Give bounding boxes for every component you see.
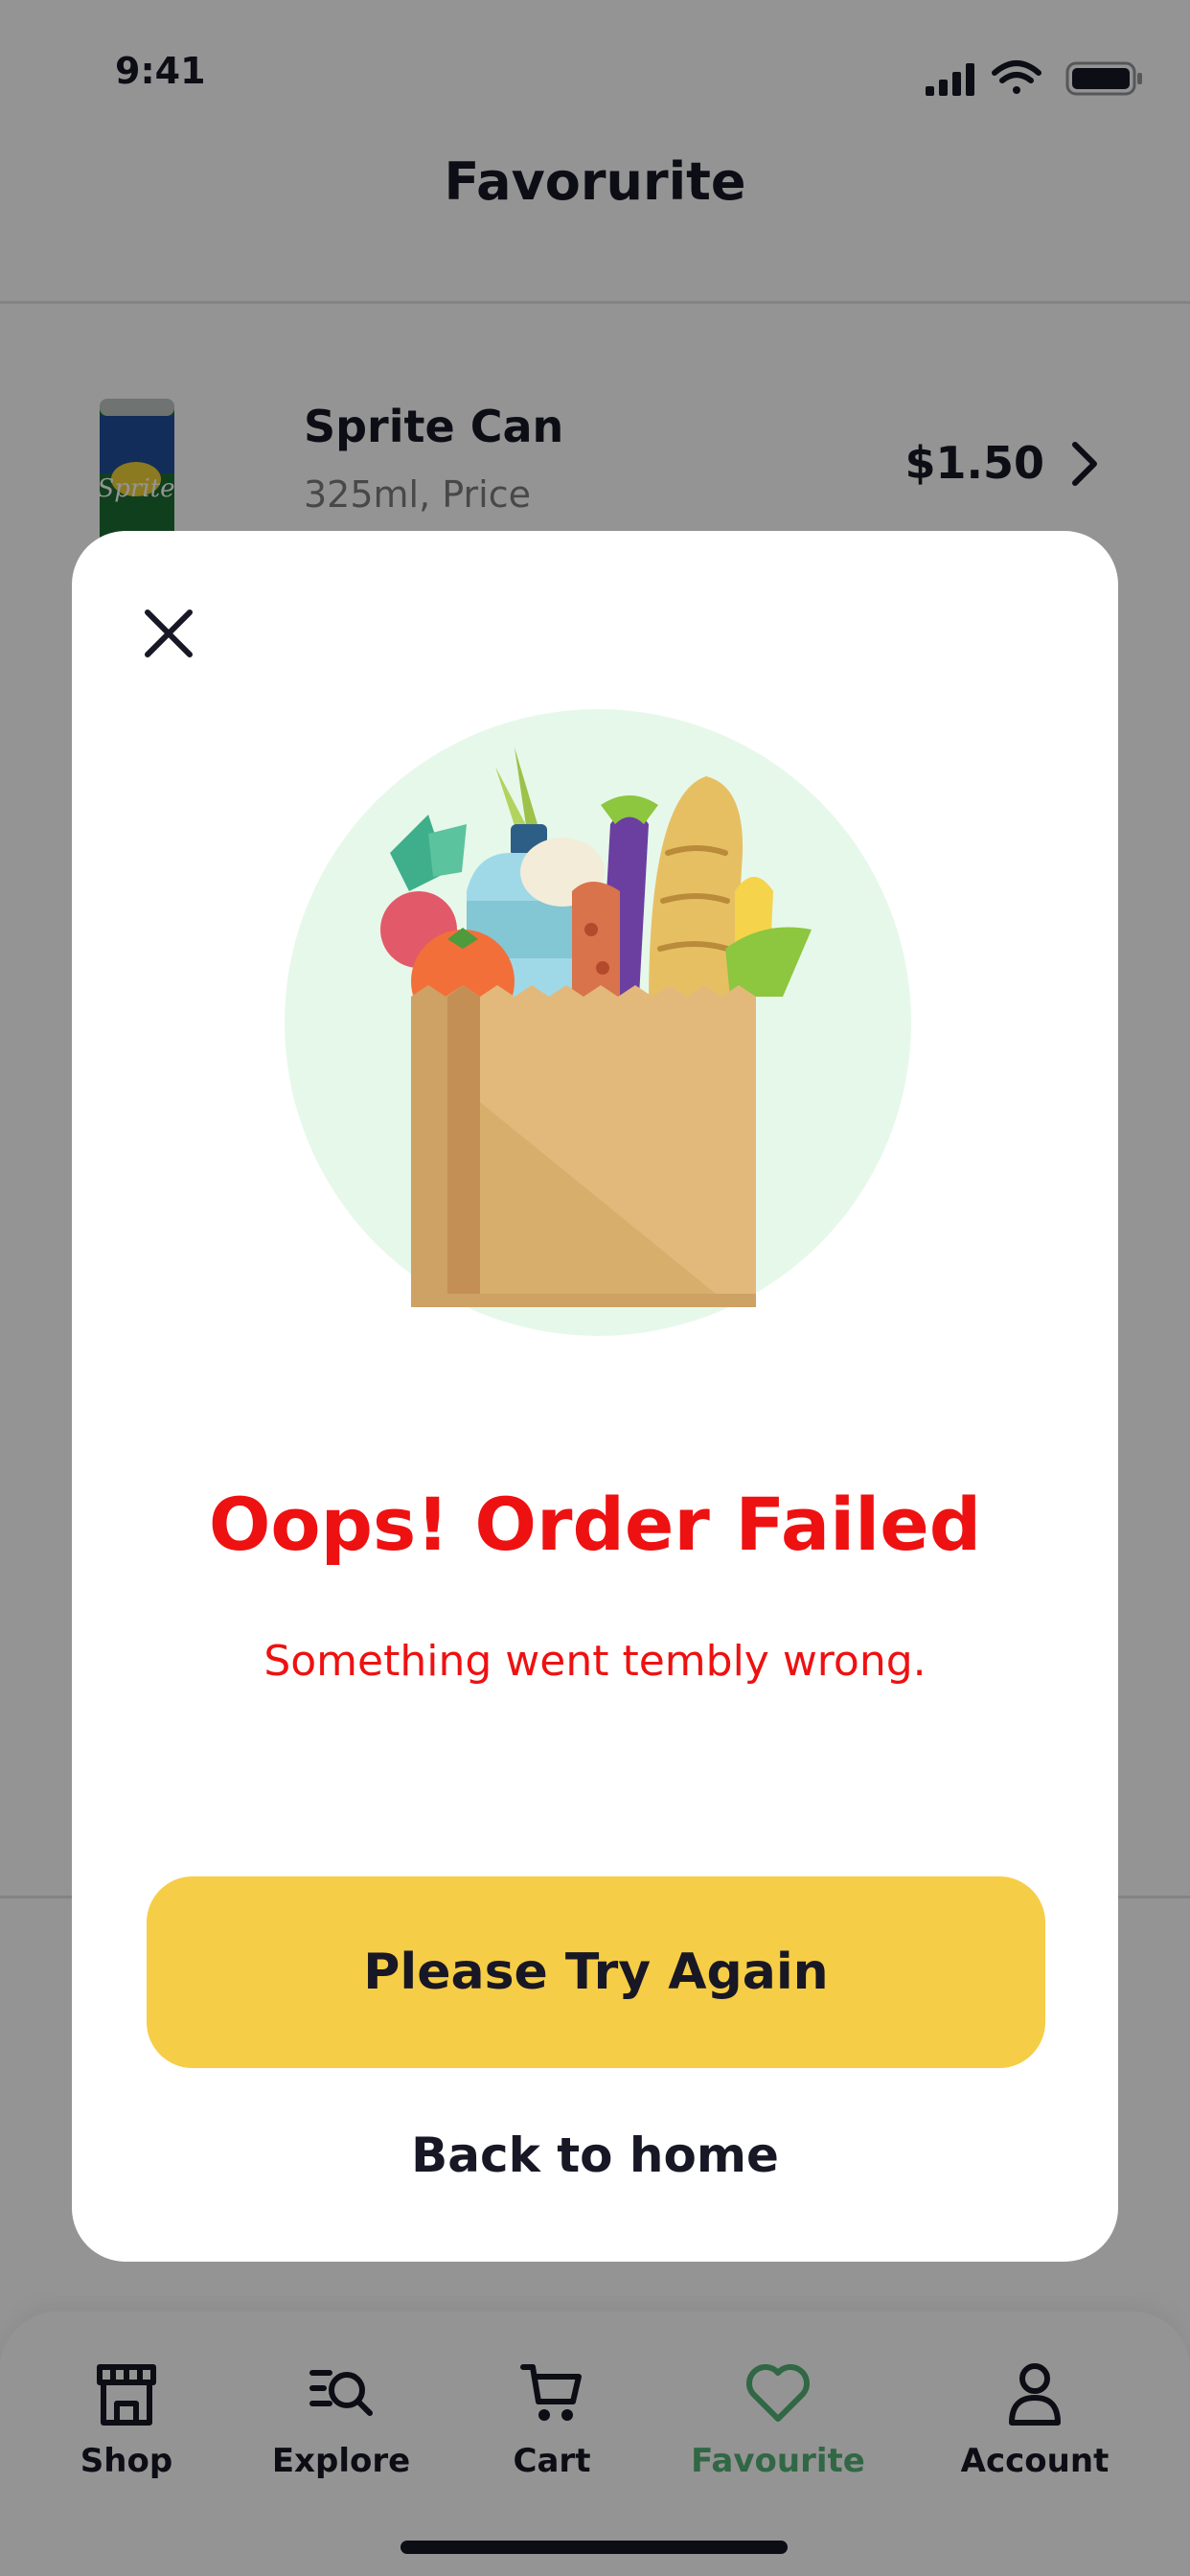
error-subtitle: Something went tembly wrong.: [263, 1637, 927, 1686]
close-icon: [145, 610, 193, 657]
try-again-button[interactable]: Please Try Again: [147, 1876, 1045, 2068]
back-to-home-link[interactable]: Back to home: [72, 2128, 1118, 2183]
close-button[interactable]: [133, 598, 204, 669]
error-title: Oops! Order Failed: [208, 1482, 982, 1567]
grocery-bag-icon: [285, 709, 911, 1336]
order-failed-dialog: Oops! Order Failed Something went tembly…: [72, 531, 1118, 2262]
